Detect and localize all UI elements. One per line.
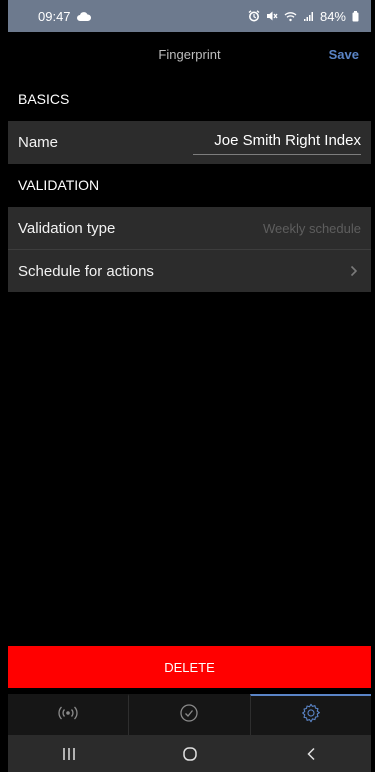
name-label: Name [18, 134, 59, 151]
battery-level: 84% [319, 8, 346, 24]
section-header-validation: VALIDATION [8, 164, 371, 206]
cloud-icon [76, 11, 91, 21]
signal-icon [303, 11, 314, 22]
chevron-right-icon [347, 264, 361, 278]
home-icon[interactable] [150, 739, 230, 769]
validation-type-value: Weekly schedule [262, 220, 361, 236]
validation-type-row[interactable]: Validation type Weekly schedule [8, 207, 371, 249]
alarm-icon [248, 10, 260, 22]
page-title: Fingerprint [158, 47, 221, 62]
section-header-basics: BASICS [8, 78, 371, 120]
battery-icon [352, 10, 359, 22]
schedule-label: Schedule for actions [18, 262, 154, 280]
status-time: 09:47 [38, 8, 71, 24]
delete-button[interactable]: DELETE [8, 646, 371, 688]
status-left: 09:47 [38, 9, 91, 24]
broadcast-icon [56, 704, 80, 727]
schedule-row[interactable]: Schedule for actions [8, 250, 371, 292]
back-icon[interactable] [271, 739, 351, 769]
save-button[interactable]: Save [329, 47, 359, 62]
system-navigation-bar [8, 735, 371, 772]
recents-icon[interactable] [29, 739, 109, 769]
name-input[interactable] [193, 130, 361, 155]
mute-icon [266, 10, 278, 22]
name-row: Name [8, 121, 371, 164]
tab-settings[interactable] [249, 694, 371, 735]
tab-history[interactable] [128, 694, 250, 735]
validation-type-label: Validation type [18, 219, 116, 237]
tab-broadcast[interactable] [8, 694, 129, 735]
header: Fingerprint Save [8, 32, 371, 78]
tab-bar [8, 694, 371, 735]
gear-icon [300, 702, 322, 729]
wifi-icon [284, 11, 297, 22]
status-right: 84% [248, 9, 359, 24]
app-frame: 09:47 84% Fingerprint Save BASICS Name J… [8, 0, 371, 772]
status-bar: 09:47 84% [8, 0, 371, 32]
clock-check-icon [179, 703, 199, 728]
